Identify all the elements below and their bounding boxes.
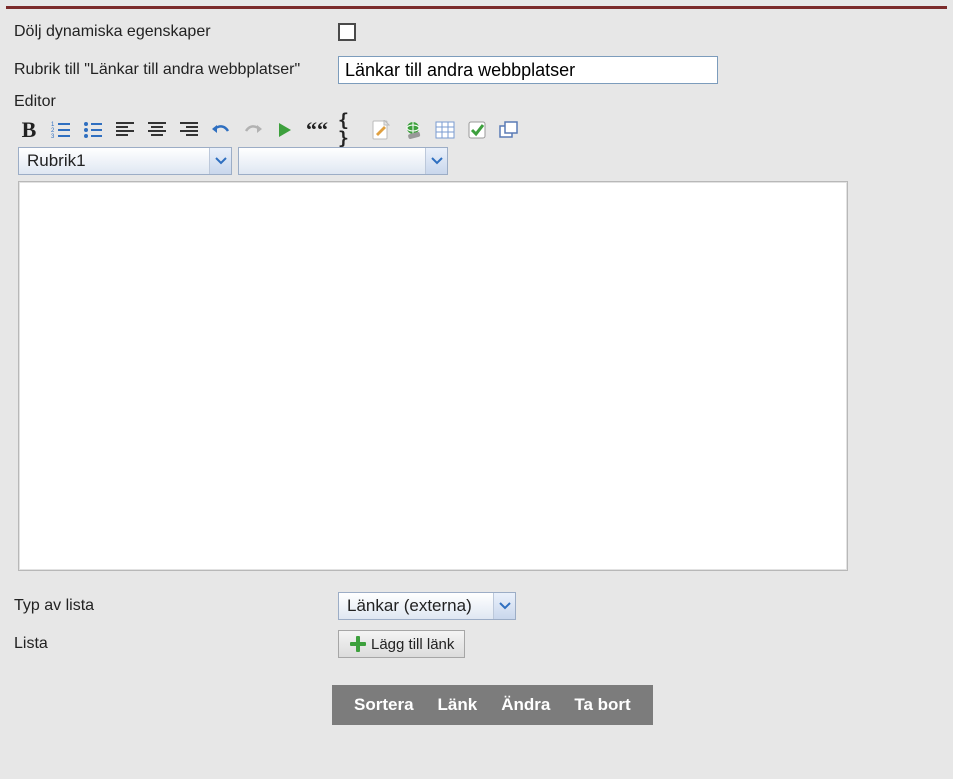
heading-input[interactable] [338, 56, 718, 84]
hide-dynamic-label: Dölj dynamiska egenskaper [14, 23, 332, 41]
form-panel: Dölj dynamiska egenskaper Rubrik till "L… [6, 6, 947, 733]
list-type-value: Länkar (externa) [347, 596, 472, 616]
row-hide-dynamic: Dölj dynamiska egenskaper [14, 17, 939, 47]
numbered-list-icon[interactable]: 123 [50, 119, 72, 141]
editor-toolbar: B 123 ““ { } [14, 115, 939, 147]
blockquote-icon[interactable]: ““ [306, 119, 328, 141]
windows-icon[interactable] [498, 119, 520, 141]
add-link-label: Lägg till länk [371, 636, 454, 653]
action-bar: Sortera Länk Ändra Ta bort [332, 685, 653, 725]
delete-action[interactable]: Ta bort [574, 695, 630, 715]
list-label: Lista [14, 635, 332, 653]
list-type-label: Typ av lista [14, 597, 332, 615]
bullet-list-icon[interactable] [82, 119, 104, 141]
plus-icon [349, 635, 367, 653]
chevron-down-icon [209, 148, 231, 174]
align-right-icon[interactable] [178, 119, 200, 141]
page-edit-icon[interactable] [370, 119, 392, 141]
editor-label: Editor [14, 93, 939, 111]
sort-action[interactable]: Sortera [354, 695, 414, 715]
editor-selects: Rubrik1 [14, 147, 939, 181]
link-action[interactable]: Länk [438, 695, 478, 715]
heading-label: Rubrik till "Länkar till andra webbplats… [14, 61, 332, 79]
list-type-select[interactable]: Länkar (externa) [338, 592, 516, 620]
heading-select-value: Rubrik1 [27, 151, 86, 171]
style-select[interactable] [238, 147, 448, 175]
code-icon[interactable]: { } [338, 119, 360, 141]
link-globe-icon[interactable] [402, 119, 424, 141]
editor-textarea[interactable] [18, 181, 848, 571]
heading-select[interactable]: Rubrik1 [18, 147, 232, 175]
align-left-icon[interactable] [114, 119, 136, 141]
checkbox-icon[interactable] [466, 119, 488, 141]
align-center-icon[interactable] [146, 119, 168, 141]
row-heading: Rubrik till "Länkar till andra webbplats… [14, 55, 939, 85]
edit-action[interactable]: Ändra [501, 695, 550, 715]
row-list-type: Typ av lista Länkar (externa) [14, 591, 939, 621]
undo-icon[interactable] [210, 119, 232, 141]
add-link-button[interactable]: Lägg till länk [338, 630, 465, 658]
bold-icon[interactable]: B [18, 119, 40, 141]
play-icon[interactable] [274, 119, 296, 141]
chevron-down-icon [493, 593, 515, 619]
svg-text:3: 3 [51, 134, 55, 139]
hide-dynamic-checkbox[interactable] [338, 23, 356, 41]
table-icon[interactable] [434, 119, 456, 141]
row-list: Lista Lägg till länk [14, 629, 939, 659]
redo-icon[interactable] [242, 119, 264, 141]
chevron-down-icon [425, 148, 447, 174]
